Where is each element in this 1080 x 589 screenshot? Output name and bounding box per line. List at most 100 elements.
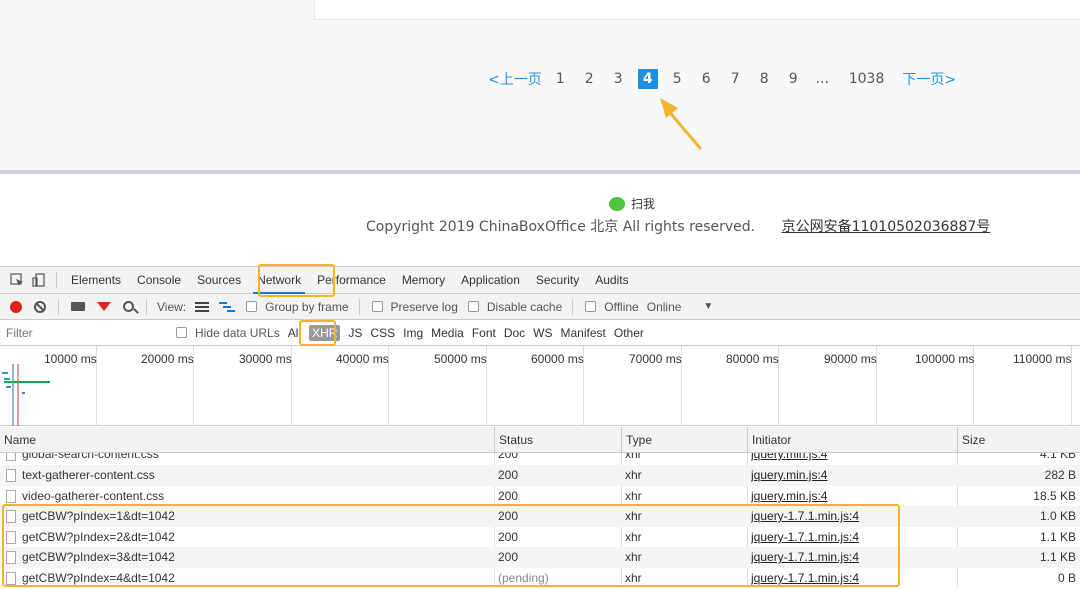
hide-data-urls-checkbox[interactable]: [176, 327, 187, 338]
page-link-current[interactable]: 4: [637, 69, 658, 89]
tab-elements[interactable]: Elements: [63, 267, 129, 294]
preserve-log-checkbox[interactable]: [371, 301, 383, 312]
wechat-link[interactable]: 扫我: [609, 195, 655, 212]
requests-table-header: Name Status Type Initiator Size: [0, 427, 1080, 453]
column-status[interactable]: Status: [494, 427, 621, 453]
request-initiator-link[interactable]: jquery-1.7.1.min.js:4: [751, 568, 951, 587]
page-link-9[interactable]: 9: [785, 71, 802, 87]
page-link-8[interactable]: 8: [756, 71, 773, 87]
request-initiator-link[interactable]: jquery.min.js:4: [751, 453, 951, 465]
page-link-last[interactable]: 1038: [849, 71, 885, 87]
screenshot-camera-icon[interactable]: [71, 302, 85, 311]
request-initiator-link[interactable]: jquery.min.js:4: [751, 486, 951, 507]
request-size: 18.5 KB: [1033, 489, 1076, 503]
tab-network[interactable]: Network: [249, 267, 309, 294]
request-name: getCBW?pIndex=4&dt=1042: [22, 571, 175, 585]
table-row[interactable]: getCBW?pIndex=2&dt=1042 200 xhr jquery-1…: [0, 527, 1080, 548]
tab-application[interactable]: Application: [453, 267, 528, 294]
table-row[interactable]: global-search-content.css 200 xhr jquery…: [0, 453, 1080, 465]
column-type[interactable]: Type: [621, 427, 747, 453]
request-size: 0 B: [1057, 571, 1076, 585]
clear-icon[interactable]: [34, 300, 46, 313]
timeline-label: 100000 ms: [915, 352, 975, 366]
search-icon[interactable]: [123, 301, 134, 312]
disable-cache-checkbox[interactable]: [467, 301, 479, 312]
column-size[interactable]: Size: [957, 427, 1080, 453]
web-page: <上一页 1 2 3 4 5 6 7 8 9 ... 1038 下一页>: [0, 0, 1080, 170]
request-initiator-link[interactable]: jquery.min.js:4: [751, 465, 951, 486]
request-status: 200: [498, 550, 519, 564]
overview-waterfall-icon[interactable]: [219, 301, 236, 312]
group-by-frame-checkbox[interactable]: [246, 301, 258, 312]
tab-memory[interactable]: Memory: [394, 267, 453, 294]
devtools-panel: Elements Console Sources Network Perform…: [0, 264, 1080, 589]
request-name: text-gatherer-content.css: [22, 468, 155, 482]
throttle-select[interactable]: Online: [647, 300, 682, 314]
table-row[interactable]: text-gatherer-content.css 200 xhr jquery…: [0, 465, 1080, 486]
icp-link[interactable]: 京公网安备11010502036887号: [782, 219, 991, 235]
filter-type-css[interactable]: CSS: [366, 326, 399, 340]
inspect-element-icon[interactable]: [9, 272, 25, 288]
request-name: video-gatherer-content.css: [22, 489, 165, 503]
filter-type-xhr[interactable]: XHR: [309, 324, 341, 341]
requests-table: Name Status Type Initiator Size global-s…: [0, 427, 1080, 587]
page-link-2[interactable]: 2: [581, 71, 598, 87]
large-rows-icon[interactable]: [195, 301, 210, 312]
column-initiator[interactable]: Initiator: [747, 427, 957, 453]
filter-type-manifest[interactable]: Manifest: [557, 326, 610, 340]
record-icon[interactable]: [10, 300, 22, 313]
timeline-label: 50000 ms: [434, 352, 487, 366]
tab-performance[interactable]: Performance: [309, 267, 394, 294]
prev-page-link[interactable]: <上一页: [488, 69, 542, 89]
request-size: 1.1 KB: [1039, 530, 1076, 544]
copyright: Copyright 2019 ChinaBoxOffice 北京 All rig…: [366, 216, 990, 236]
page-footer: 扫我 Copyright 2019 ChinaBoxOffice 北京 All …: [0, 174, 1080, 266]
table-row[interactable]: getCBW?pIndex=3&dt=1042 200 xhr jquery-1…: [0, 547, 1080, 568]
filter-type-all[interactable]: All: [284, 326, 305, 340]
request-initiator-link[interactable]: jquery-1.7.1.min.js:4: [751, 527, 951, 548]
filter-type-media[interactable]: Media: [427, 326, 468, 340]
network-overview-timeline[interactable]: 10000 ms 20000 ms 30000 ms 40000 ms 5000…: [0, 346, 1080, 426]
tab-audits[interactable]: Audits: [587, 267, 636, 294]
filter-type-js[interactable]: JS: [344, 326, 366, 340]
column-name[interactable]: Name: [0, 427, 494, 453]
file-icon: [6, 469, 16, 482]
device-toolbar-icon[interactable]: [31, 272, 47, 288]
tabbar-separator: [56, 272, 57, 288]
timeline-label: 110000 ms: [1013, 352, 1072, 366]
request-status: 200: [498, 489, 519, 503]
filter-type-font[interactable]: Font: [468, 326, 500, 340]
table-row[interactable]: getCBW?pIndex=1&dt=1042 200 xhr jquery-1…: [0, 506, 1080, 527]
request-initiator-link[interactable]: jquery-1.7.1.min.js:4: [751, 506, 951, 527]
timeline-label: 30000 ms: [239, 352, 292, 366]
filter-type-doc[interactable]: Doc: [500, 326, 529, 340]
page-link-5[interactable]: 5: [669, 71, 686, 87]
copyright-text: Copyright 2019 ChinaBoxOffice 北京 All rig…: [366, 219, 756, 235]
content-card: [314, 0, 1080, 20]
tab-security[interactable]: Security: [528, 267, 587, 294]
hide-data-urls-label: Hide data URLs: [195, 325, 280, 340]
request-initiator-link[interactable]: jquery-1.7.1.min.js:4: [751, 547, 951, 568]
chevron-down-icon[interactable]: ▼: [703, 301, 713, 312]
table-row[interactable]: video-gatherer-content.css 200 xhr jquer…: [0, 486, 1080, 507]
file-icon: [6, 453, 16, 461]
toolbar-separator: [146, 298, 147, 315]
tab-console[interactable]: Console: [129, 267, 189, 294]
filter-funnel-icon[interactable]: [97, 302, 111, 311]
page-link-1[interactable]: 1: [552, 71, 569, 87]
view-label: View:: [157, 299, 187, 314]
filter-input[interactable]: [0, 322, 162, 343]
annotation-arrow-icon: [660, 98, 702, 150]
filter-type-other[interactable]: Other: [610, 326, 648, 340]
page-link-3[interactable]: 3: [610, 71, 627, 87]
filter-type-ws[interactable]: WS: [529, 326, 556, 340]
tab-sources[interactable]: Sources: [189, 267, 249, 294]
page-link-6[interactable]: 6: [698, 71, 715, 87]
table-row[interactable]: getCBW?pIndex=4&dt=1042 (pending) xhr jq…: [0, 568, 1080, 587]
request-status: 200: [498, 530, 519, 544]
filter-type-img[interactable]: Img: [399, 326, 427, 340]
offline-checkbox[interactable]: [585, 301, 597, 312]
request-name: getCBW?pIndex=3&dt=1042: [22, 550, 175, 564]
next-page-link[interactable]: 下一页>: [902, 69, 956, 89]
page-link-7[interactable]: 7: [727, 71, 744, 87]
